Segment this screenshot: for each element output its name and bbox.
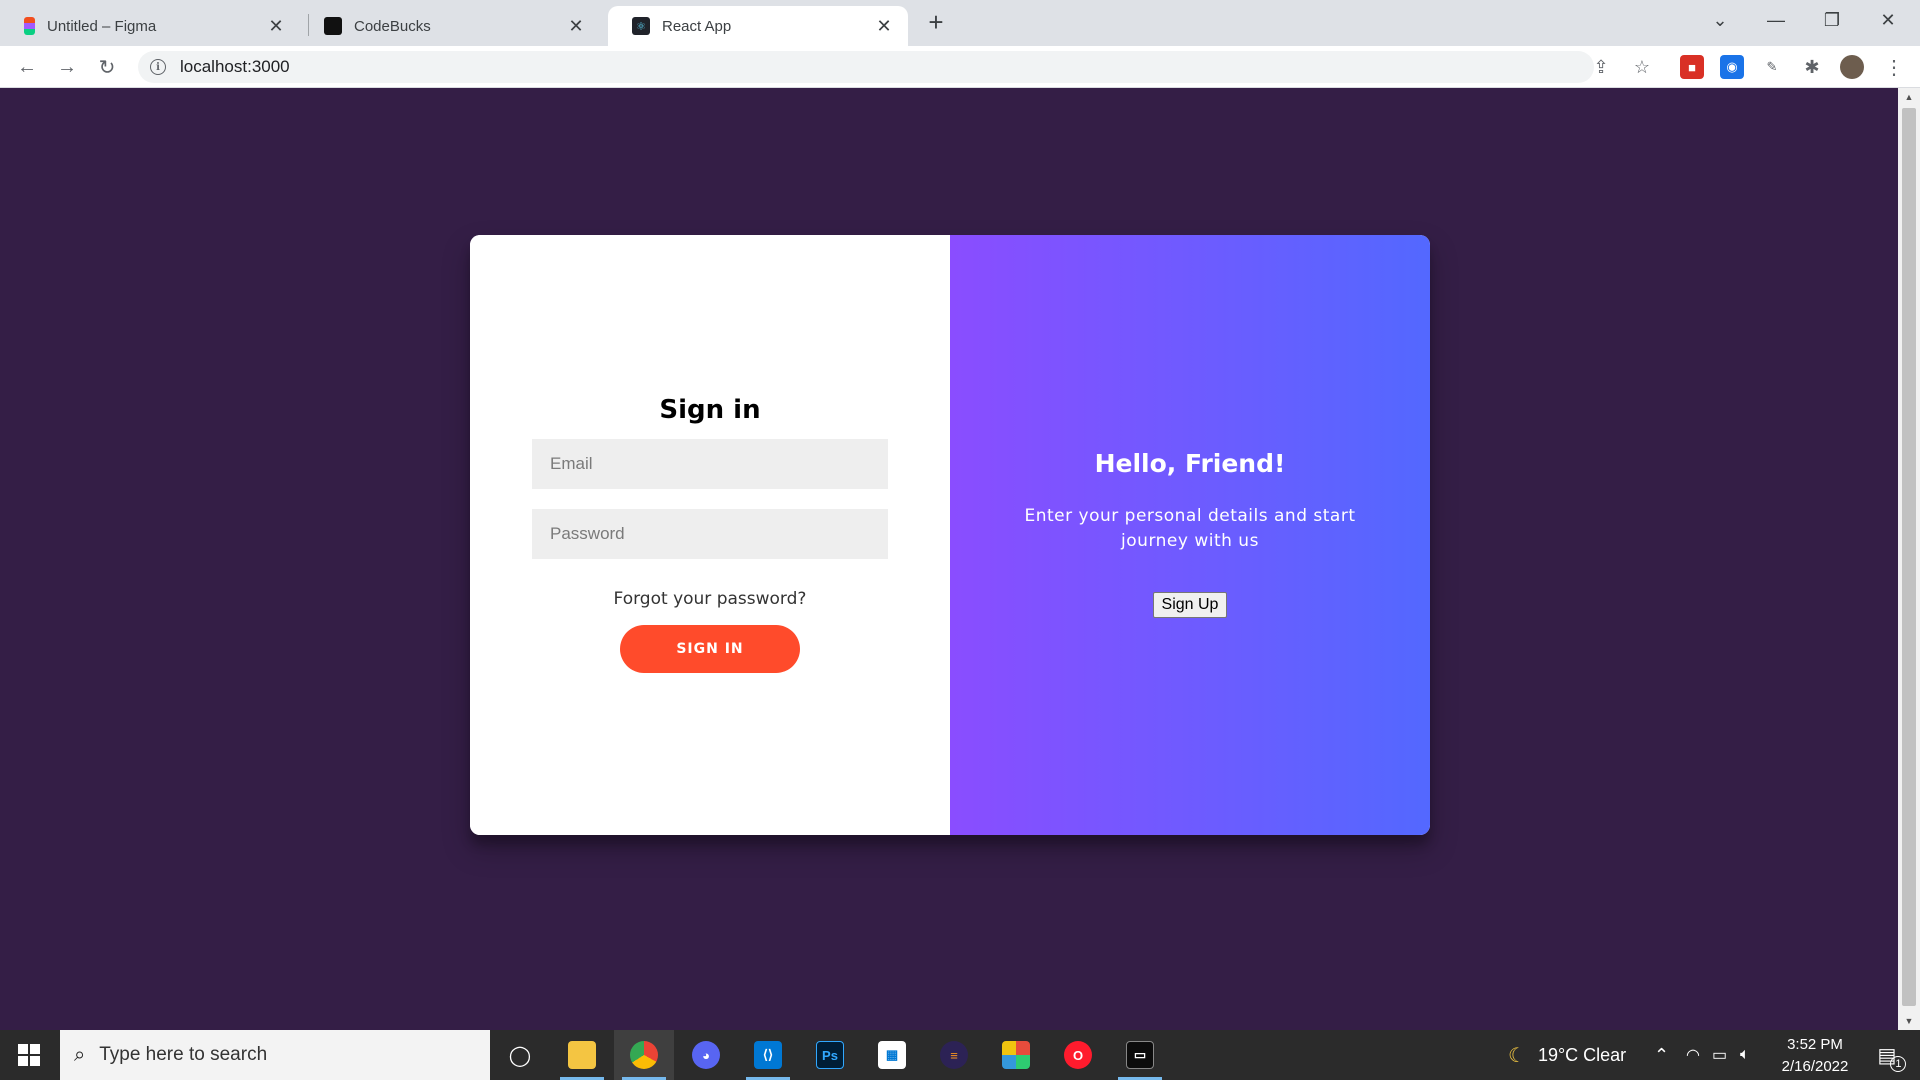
search-icon: ⌕ <box>74 1043 86 1066</box>
notification-count: 1 <box>1890 1056 1907 1072</box>
eclipse-icon[interactable]: ≡ <box>924 1030 984 1080</box>
microsoft-store-icon[interactable]: ▦ <box>862 1030 922 1080</box>
wifi-icon[interactable]: ◠ <box>1686 1030 1700 1080</box>
welcome-text: Enter your personal details and start jo… <box>1024 506 1356 551</box>
password-field[interactable] <box>532 509 888 559</box>
screen-capture-icon[interactable]: ◉ <box>1720 55 1744 79</box>
volume-icon[interactable]: 🔈︎ <box>1740 1030 1750 1080</box>
new-tab-button[interactable]: + <box>922 7 950 37</box>
forward-button[interactable]: → <box>52 52 82 82</box>
browser-tab-bar: Untitled – Figma ✕ CodeBucks ✕ ⚛ React A… <box>0 0 1920 46</box>
clock-time: 3:52 PM <box>1787 1036 1843 1053</box>
tab-title: CodeBucks <box>354 17 431 35</box>
back-button[interactable]: ← <box>12 52 42 82</box>
cortana-icon[interactable]: ◯ <box>490 1030 550 1080</box>
codebucks-icon <box>324 17 342 35</box>
vscode-icon[interactable]: ⟨⟩ <box>738 1030 798 1080</box>
opera-icon[interactable]: O <box>1048 1030 1108 1080</box>
react-icon: ⚛ <box>632 17 650 35</box>
photoshop-icon[interactable]: Ps <box>800 1030 860 1080</box>
moon-icon: ☾ <box>1508 1044 1526 1067</box>
sign-in-button[interactable]: SIGN IN <box>620 625 800 673</box>
menu-kebab-icon[interactable]: ⋮ <box>1882 55 1906 79</box>
close-window-button[interactable]: ✕ <box>1860 0 1916 40</box>
avatar[interactable] <box>1840 55 1864 79</box>
share-icon[interactable]: ⇪ <box>1589 55 1613 79</box>
restore-button[interactable]: ❐ <box>1804 0 1860 40</box>
taskbar-search[interactable]: ⌕ Type here to search <box>60 1030 490 1080</box>
show-hidden-icons[interactable]: ⌃ <box>1654 1030 1669 1080</box>
sign-in-heading: Sign in <box>659 395 761 425</box>
reload-button[interactable]: ↻ <box>92 52 122 82</box>
scroll-down-arrow[interactable]: ▼ <box>1898 1012 1920 1030</box>
info-icon[interactable]: i <box>150 59 166 75</box>
system-clock[interactable]: 3:52 PM 2/16/2022 <box>1760 1034 1870 1078</box>
scroll-up-arrow[interactable]: ▲ <box>1898 88 1920 106</box>
windows-logo-icon <box>18 1044 40 1066</box>
extensions-puzzle-icon[interactable]: ✱ <box>1800 55 1824 79</box>
email-field[interactable] <box>532 439 888 489</box>
welcome-heading: Hello, Friend! <box>1094 449 1286 478</box>
minimize-button[interactable]: — <box>1748 0 1804 40</box>
clock-date: 2/16/2022 <box>1781 1058 1849 1075</box>
weather-text: 19°C Clear <box>1537 1044 1627 1065</box>
battery-icon[interactable]: ▭ <box>1712 1030 1727 1080</box>
file-explorer-icon[interactable] <box>552 1030 612 1080</box>
chrome-icon[interactable] <box>614 1030 674 1080</box>
address-bar[interactable]: i localhost:3000 <box>138 51 1594 83</box>
discord-icon[interactable]: ◕ <box>676 1030 736 1080</box>
weather-widget[interactable]: ☾ 19°C Clear <box>1508 1030 1626 1080</box>
close-icon[interactable]: ✕ <box>566 16 586 36</box>
figma-icon <box>24 17 35 35</box>
sign-in-form: Sign in Forgot your password? SIGN IN <box>470 235 950 835</box>
auth-card: Sign in Forgot your password? SIGN IN He… <box>470 235 1430 835</box>
tab-search-icon[interactable]: ⌄ <box>1692 0 1748 40</box>
url-text: localhost:3000 <box>180 57 290 76</box>
bookmark-star-icon[interactable]: ☆ <box>1630 55 1654 79</box>
tab-figma[interactable]: Untitled – Figma ✕ <box>0 6 300 46</box>
color-app-icon[interactable] <box>986 1030 1046 1080</box>
browser-toolbar: ← → ↻ i localhost:3000 ⇪ ☆ ■ ◉ ✎ ✱ ⋮ <box>0 46 1920 88</box>
terminal-icon[interactable]: ▭ <box>1110 1030 1170 1080</box>
search-placeholder: Type here to search <box>99 1044 268 1065</box>
forgot-password-link[interactable]: Forgot your password? <box>614 589 807 609</box>
taskbar: ⌕ Type here to search ◯ ◕ ⟨⟩ Ps ▦ ≡ O ▭ … <box>0 1030 1920 1080</box>
tab-react-app[interactable]: ⚛ React App ✕ <box>608 6 908 46</box>
tab-title: Untitled – Figma <box>47 17 157 35</box>
close-icon[interactable]: ✕ <box>874 16 894 36</box>
start-button[interactable] <box>0 1030 58 1080</box>
tab-title: React App <box>662 17 732 35</box>
scrollbar-thumb[interactable] <box>1902 108 1916 1006</box>
tab-codebucks[interactable]: CodeBucks ✕ <box>300 6 600 46</box>
notification-center-button[interactable]: ▤ 1 <box>1864 1030 1920 1080</box>
extension-icon[interactable]: ■ <box>1680 55 1704 79</box>
page-scrollbar[interactable]: ▲ ▼ <box>1898 88 1920 1030</box>
welcome-panel: Hello, Friend! Enter your personal detai… <box>950 235 1430 835</box>
sign-up-button[interactable]: Sign Up <box>1152 592 1228 618</box>
close-icon[interactable]: ✕ <box>266 16 286 36</box>
extension-icon[interactable]: ✎ <box>1760 55 1784 79</box>
